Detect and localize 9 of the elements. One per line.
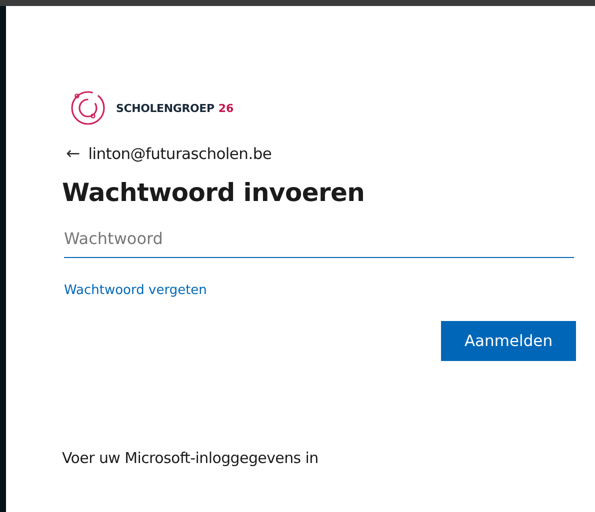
page-title: Wachtwoord invoeren <box>62 178 366 207</box>
account-email: linton@futurascholen.be <box>88 145 272 163</box>
logo-name: SCHOLENGROEP <box>116 102 214 114</box>
logo-number: 26 <box>218 102 234 114</box>
logo-icon <box>69 89 107 127</box>
sign-in-button[interactable]: Aanmelden <box>441 321 576 361</box>
forgot-password-link[interactable]: Wachtwoord vergeten <box>64 283 207 298</box>
back-button[interactable]: ← <box>62 144 84 164</box>
footer-text: Voer uw Microsoft-inloggegevens in <box>62 449 320 467</box>
